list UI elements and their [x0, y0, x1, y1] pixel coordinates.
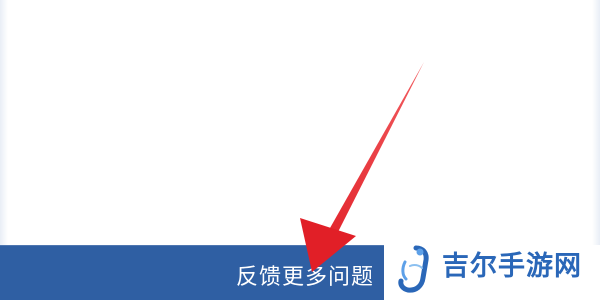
feedback-more-button[interactable]: 反馈更多问题 [0, 245, 384, 300]
watermark: 吉尔手游网 [392, 240, 600, 300]
j-swirl-logo-icon [398, 245, 429, 293]
screen-edge-right [592, 0, 600, 245]
watermark-text: 吉尔手游网 [442, 251, 582, 282]
feedback-more-label: 反馈更多问题 [235, 265, 374, 290]
screen-edge-left [0, 0, 8, 245]
